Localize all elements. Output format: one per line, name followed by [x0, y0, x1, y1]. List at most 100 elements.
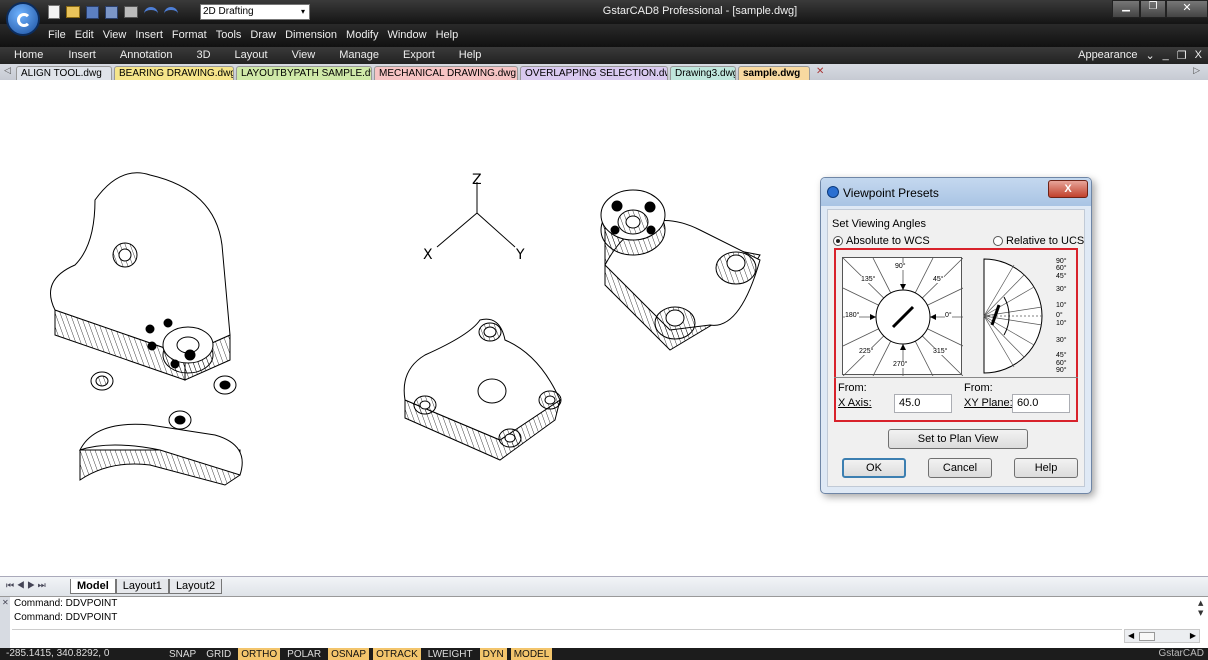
- command-area[interactable]: ✕ Command: DDVPOINT Command: DDVPOINT ◀ …: [0, 596, 1208, 649]
- document-tab[interactable]: ALIGN TOOL.dwg: [16, 66, 112, 80]
- ucs-z-label: Z: [472, 172, 482, 188]
- plane-angle-label: 30°: [1056, 337, 1067, 344]
- ribbon-tab-annotation[interactable]: Annotation: [120, 49, 173, 61]
- menu-item-modify[interactable]: Modify: [346, 29, 378, 41]
- open-file-icon[interactable]: [66, 6, 80, 18]
- minimize-button[interactable]: ▁: [1112, 0, 1140, 18]
- plane-angle-label: 60°: [1056, 265, 1067, 272]
- layout-tab-layout1[interactable]: Layout1: [115, 579, 169, 594]
- menu-item-view[interactable]: View: [103, 29, 127, 41]
- ribbon-tab-view[interactable]: View: [292, 49, 316, 61]
- divider: [834, 377, 1078, 378]
- document-tab[interactable]: BEARING DRAWING.dwg: [114, 66, 234, 80]
- ribbon-tab-manage[interactable]: Manage: [339, 49, 379, 61]
- document-tab[interactable]: OVERLAPPING SELECTION.dwg: [520, 66, 668, 80]
- document-tab[interactable]: sample.dwg: [738, 66, 810, 80]
- x-axis-value: 45.0: [899, 397, 921, 409]
- cancel-button[interactable]: Cancel: [928, 458, 992, 478]
- close-tab-icon[interactable]: ✕: [816, 66, 824, 77]
- menu-item-edit[interactable]: Edit: [75, 29, 94, 41]
- workspace-dropdown[interactable]: 2D Drafting ▾: [200, 4, 310, 20]
- status-toggle-dyn[interactable]: DYN: [479, 648, 507, 660]
- app-icon: [827, 186, 839, 198]
- x-axis-input[interactable]: 45.0: [894, 394, 952, 413]
- status-toggle-otrack[interactable]: OTRACK: [373, 648, 421, 660]
- menu-item-insert[interactable]: Insert: [135, 29, 163, 41]
- menu-item-draw[interactable]: Draw: [250, 29, 276, 41]
- menu-item-dimension[interactable]: Dimension: [285, 29, 337, 41]
- document-tab[interactable]: Drawing3.dwg: [670, 66, 736, 80]
- absolute-wcs-radio[interactable]: [833, 236, 843, 246]
- status-brand: GstarCAD: [1158, 648, 1204, 659]
- set-to-plan-view-button[interactable]: Set to Plan View: [888, 429, 1028, 449]
- x-axis-angle-selector[interactable]: 90° 135° 45° 180° 0° 225° 270° 315°: [842, 257, 964, 377]
- plane-angle-label: 45°: [1056, 352, 1067, 359]
- restore-button[interactable]: ❐: [1140, 0, 1166, 18]
- close-icon[interactable]: ✕: [2, 598, 9, 607]
- status-toggle-polar[interactable]: POLAR: [284, 648, 324, 660]
- close-icon[interactable]: X: [1195, 49, 1202, 62]
- vertical-scrollbar[interactable]: ▲ ▼: [1196, 597, 1208, 629]
- print-icon[interactable]: [124, 6, 138, 18]
- document-tab-bar: ◁ ALIGN TOOL.dwg BEARING DRAWING.dwg LAYOU…: [0, 64, 1208, 80]
- restore-icon: ❐: [1148, 1, 1158, 12]
- layout-tab-model[interactable]: Model: [70, 579, 116, 594]
- status-toggle-snap[interactable]: SNAP: [166, 648, 199, 660]
- horizontal-scrollbar[interactable]: ◀ ▶: [1124, 629, 1200, 643]
- document-tab[interactable]: MECHANICAL DRAWING.dwg: [374, 66, 518, 80]
- document-tab[interactable]: LAYOUTBYPATH SAMPLE.dwg: [236, 66, 372, 80]
- menu-item-tools[interactable]: Tools: [216, 29, 242, 41]
- angle-315-label: 315°: [933, 348, 948, 355]
- drawing-canvas[interactable]: Z X Y Viewpoint Presets X Set Viewing An…: [0, 80, 1208, 576]
- layout-tab-layout2[interactable]: Layout2: [168, 579, 223, 594]
- ribbon-tab-insert[interactable]: Insert: [68, 49, 96, 61]
- status-toggle-grid[interactable]: GRID: [203, 648, 234, 660]
- from-label-x: From:: [838, 382, 867, 394]
- xy-plane-input[interactable]: 60.0: [1012, 394, 1070, 413]
- ribbon-tab-layout[interactable]: Layout: [235, 49, 268, 61]
- status-toggle-model[interactable]: MODEL: [510, 648, 553, 660]
- ribbon-tab-3d[interactable]: 3D: [196, 49, 210, 61]
- plane-angle-label: 45°: [1056, 273, 1067, 280]
- save-icon[interactable]: [86, 5, 99, 19]
- viewpoint-presets-dialog: Viewpoint Presets X Set Viewing Angles A…: [820, 177, 1092, 494]
- menu-item-format[interactable]: Format: [172, 29, 207, 41]
- scroll-thumb[interactable]: [1139, 632, 1155, 641]
- ok-label: OK: [866, 462, 882, 474]
- undo-icon[interactable]: [144, 7, 158, 17]
- save-as-icon[interactable]: [105, 5, 118, 19]
- relative-ucs-label[interactable]: Relative to UCS: [1006, 235, 1084, 247]
- restore-icon[interactable]: ❐: [1177, 49, 1187, 62]
- layout-tab-bar: ⏮ ◀ ▶ ⏭ Model Layout1 Layout2: [0, 576, 1208, 596]
- plane-angle-label: 90°: [1056, 367, 1067, 374]
- ribbon-tab-home[interactable]: Home: [14, 49, 43, 61]
- minimize-icon[interactable]: _: [1163, 49, 1169, 62]
- scroll-right-icon[interactable]: ▷: [1193, 66, 1200, 76]
- ribbon-tab-export[interactable]: Export: [403, 49, 435, 61]
- ribbon-tab-help[interactable]: Help: [459, 49, 482, 61]
- redo-icon[interactable]: [164, 7, 178, 17]
- tab-navigation-icon[interactable]: ⏮ ◀ ▶ ⏭: [6, 580, 46, 591]
- menu-item-window[interactable]: Window: [387, 29, 426, 41]
- help-button[interactable]: Help: [1014, 458, 1078, 478]
- scroll-left-icon[interactable]: ◁: [4, 66, 11, 76]
- ok-button[interactable]: OK: [842, 458, 906, 478]
- plane-angle-label: 0°: [1056, 312, 1063, 319]
- absolute-wcs-label[interactable]: Absolute to WCS: [846, 235, 930, 247]
- dialog-close-button[interactable]: X: [1048, 180, 1088, 198]
- status-toggle-osnap[interactable]: OSNAP: [328, 648, 370, 660]
- window-title: GstarCAD8 Professional - [sample.dwg]: [602, 5, 798, 17]
- document-tab-label: Drawing3.dwg: [675, 68, 736, 79]
- app-logo-icon[interactable]: [6, 2, 40, 36]
- relative-ucs-radio[interactable]: [993, 236, 1003, 246]
- status-toggle-ortho[interactable]: ORTHO: [238, 648, 281, 660]
- new-file-icon[interactable]: [48, 5, 60, 19]
- appearance-menu[interactable]: Appearance: [1078, 49, 1137, 62]
- command-input[interactable]: [12, 629, 1122, 643]
- menu-item-help[interactable]: Help: [436, 29, 459, 41]
- chevron-down-icon[interactable]: ⌄: [1145, 49, 1154, 62]
- close-button[interactable]: ✕: [1166, 0, 1208, 18]
- mechanical-part-middle: [403, 318, 562, 461]
- status-toggle-lweight[interactable]: LWEIGHT: [425, 648, 476, 660]
- menu-item-file[interactable]: File: [48, 29, 66, 41]
